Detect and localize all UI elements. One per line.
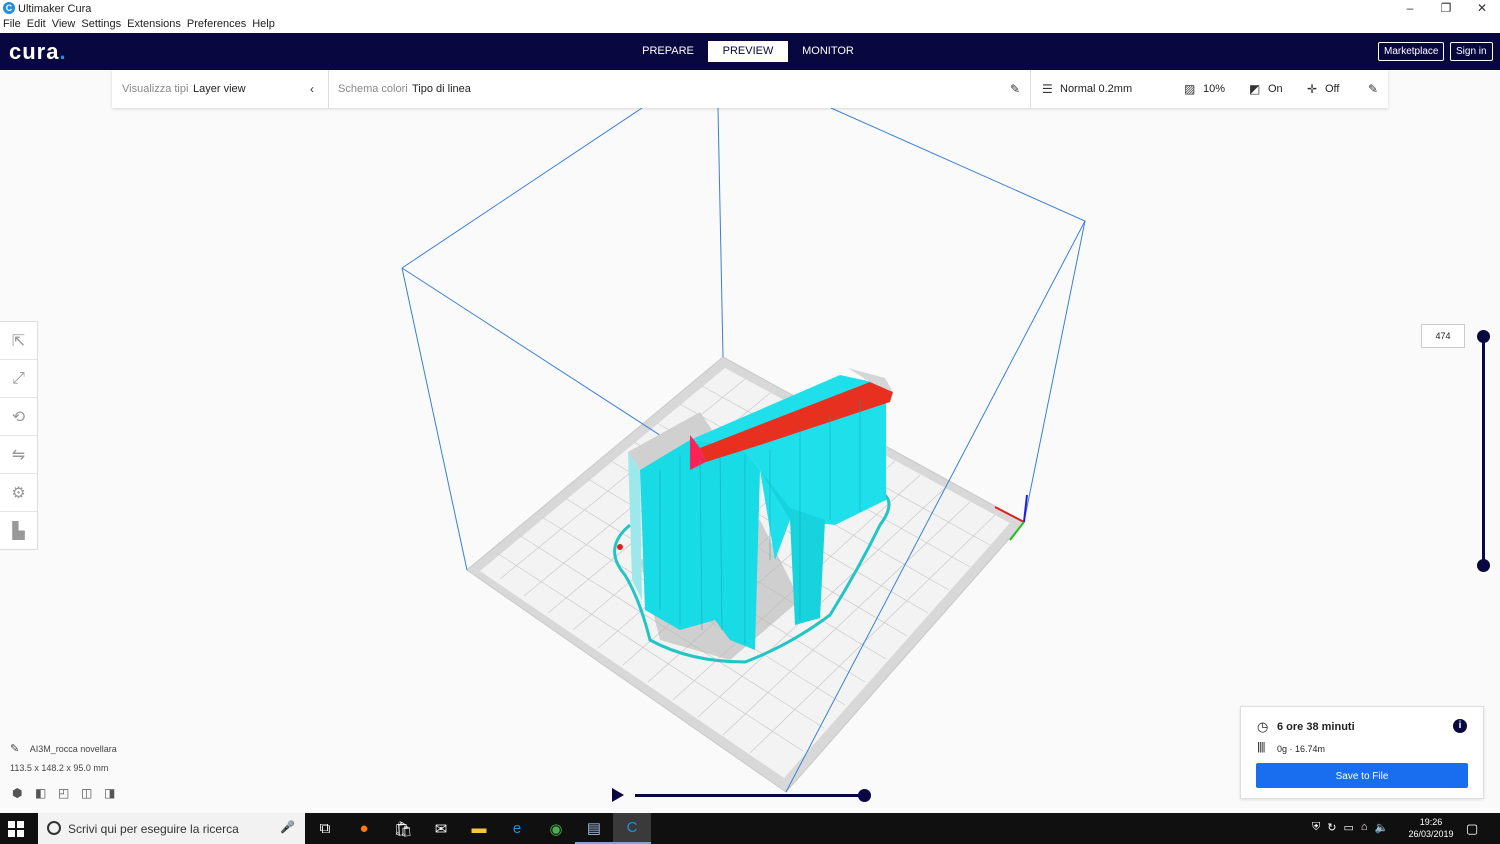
adhesion-value[interactable]: Off (1325, 83, 1339, 95)
chevron-left-icon[interactable]: ‹ (310, 82, 314, 96)
system-tray: ⛨ ↻ ▭ ⌂ 🔈 (1312, 821, 1395, 834)
infill-icon: ▨ (1184, 82, 1196, 96)
mail-icon[interactable]: ✉ (422, 813, 460, 844)
front-view-icon[interactable]: ◧ (35, 786, 58, 800)
task-view-icon[interactable]: ⧉ (306, 813, 344, 844)
menu-extensions[interactable]: Extensions (127, 18, 181, 33)
play-simulation-icon[interactable] (612, 788, 624, 802)
notification-icon[interactable]: ▢ (1466, 821, 1478, 837)
chrome-icon[interactable]: ◉ (537, 813, 575, 844)
windows-start-icon[interactable] (8, 821, 24, 837)
right-view-icon[interactable]: ◨ (104, 786, 127, 800)
tool-panel: ⇱ ⤢ ⟲ ⇋ ⚙ ▙ (0, 321, 38, 550)
menu-help[interactable]: Help (252, 18, 275, 33)
layer-slider-top-handle[interactable] (1477, 330, 1490, 343)
window-title: Ultimaker Cura (18, 3, 92, 15)
title-bar: C Ultimaker Cura – ❐ ✕ (0, 0, 1500, 18)
maximize-button[interactable]: ❐ (1428, 0, 1464, 18)
menu-edit[interactable]: Edit (27, 18, 46, 33)
print-profile[interactable]: Normal 0.2mm (1060, 83, 1132, 95)
top-view-icon[interactable]: ◰ (58, 786, 81, 800)
save-to-file-button[interactable]: Save to File (1256, 763, 1468, 788)
pencil-icon[interactable]: ✎ (1010, 82, 1020, 96)
windows-taskbar: Scrivi qui per eseguire la ricerca 🎤 ⧉ ●… (0, 813, 1500, 844)
view-settings-bar: Visualizza tipi Layer view ‹ Schema colo… (112, 70, 1388, 108)
edge-icon[interactable]: e (498, 813, 536, 844)
microphone-icon[interactable]: 🎤 (280, 820, 295, 834)
close-button[interactable]: ✕ (1464, 0, 1500, 18)
scale-tool-icon[interactable]: ⤢ (0, 360, 37, 398)
taskbar-clock[interactable]: 19:26 26/03/2019 (1406, 816, 1456, 840)
path-slider-track[interactable] (635, 794, 865, 797)
sign-in-button[interactable]: Sign in (1450, 42, 1493, 61)
menu-file[interactable]: File (3, 18, 21, 33)
menu-preferences[interactable]: Preferences (187, 18, 246, 33)
current-layer-input[interactable]: 474 (1421, 324, 1465, 348)
cortana-icon (47, 821, 61, 835)
object-name: AI3M_rocca novellara (29, 744, 117, 754)
support-value[interactable]: On (1268, 83, 1283, 95)
menu-bar: File Edit View Settings Extensions Prefe… (0, 18, 1500, 33)
tab-monitor[interactable]: MONITOR (788, 41, 868, 62)
color-scheme-dropdown[interactable]: Tipo di linea (412, 83, 471, 95)
cura-taskbar-icon[interactable]: C (613, 813, 651, 844)
info-icon[interactable]: i (1453, 719, 1467, 733)
firefox-icon[interactable]: ● (345, 813, 383, 844)
layer-slider-bottom-handle[interactable] (1477, 559, 1490, 572)
tab-prepare[interactable]: PREPARE (628, 41, 708, 62)
menu-settings[interactable]: Settings (81, 18, 121, 33)
object-info: ✎ AI3M_rocca novellara 113.5 x 148.2 x 9… (10, 742, 117, 773)
menu-view[interactable]: View (52, 18, 76, 33)
network-icon[interactable]: ▭ (1343, 821, 1353, 834)
rotate-tool-icon[interactable]: ⟲ (0, 398, 37, 436)
document-app-icon[interactable]: ▤ (575, 813, 613, 844)
tab-preview[interactable]: PREVIEW (708, 41, 788, 62)
left-view-icon[interactable]: ◫ (81, 786, 104, 800)
object-dimensions: 113.5 x 148.2 x 95.0 mm (10, 763, 109, 773)
filament-icon: |||| (1257, 741, 1266, 753)
store-icon[interactable]: 🛍 (384, 813, 422, 844)
print-info-panel: ◷ 6 ore 38 minuti i |||| 0g · 16.74m Sav… (1240, 706, 1484, 799)
infill-value[interactable]: 10% (1203, 83, 1225, 95)
per-model-settings-icon[interactable]: ⚙ (0, 474, 37, 512)
print-time: 6 ore 38 minuti (1277, 721, 1355, 733)
support-blocker-icon[interactable]: ▙ (0, 512, 37, 550)
sync-icon[interactable]: ↻ (1327, 821, 1336, 834)
marketplace-button[interactable]: Marketplace (1378, 42, 1445, 61)
clock-time: 19:26 (1419, 817, 1443, 827)
profile-icon: ☰ (1042, 82, 1053, 96)
3d-view-icon[interactable]: ⬢ (12, 786, 35, 800)
clock-icon: ◷ (1257, 719, 1269, 734)
layer-slider-track[interactable] (1482, 336, 1485, 566)
path-slider-handle[interactable] (858, 789, 871, 802)
edit-name-icon[interactable]: ✎ (10, 743, 19, 755)
cura-app-icon: C (3, 2, 15, 14)
material-usage: 0g · 16.74m (1277, 744, 1326, 754)
view-type-label: Visualizza tipi (122, 83, 189, 95)
security-icon[interactable]: ⛨ (1312, 821, 1320, 834)
file-explorer-icon[interactable]: ▬ (460, 813, 498, 844)
minimize-button[interactable]: – (1392, 0, 1428, 18)
color-scheme-label: Schema colori (338, 83, 408, 95)
cura-logo: cura. (9, 39, 67, 64)
display-icon[interactable]: ⌂ (1361, 821, 1368, 834)
move-tool-icon[interactable]: ⇱ (0, 322, 37, 360)
mirror-tool-icon[interactable]: ⇋ (0, 436, 37, 474)
camera-view-buttons: ⬢ ◧ ◰ ◫ ◨ (12, 786, 127, 800)
search-placeholder: Scrivi qui per eseguire la ricerca (68, 822, 239, 836)
view-type-dropdown[interactable]: Layer view (193, 83, 246, 95)
app-header: cura. PREPARE PREVIEW MONITOR Marketplac… (0, 33, 1500, 70)
adhesion-icon: ✛ (1307, 82, 1318, 96)
volume-icon[interactable]: 🔈 (1375, 821, 1389, 834)
edit-settings-icon[interactable]: ✎ (1368, 82, 1378, 96)
taskbar-search[interactable]: Scrivi qui per eseguire la ricerca 🎤 (38, 813, 305, 844)
clock-date: 26/03/2019 (1408, 829, 1454, 839)
support-icon: ◩ (1249, 82, 1261, 96)
